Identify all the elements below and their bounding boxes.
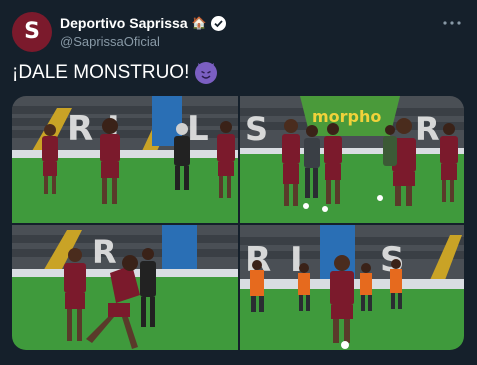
photo-1[interactable]: R I L (12, 96, 238, 223)
photo-4[interactable]: R I S (240, 225, 464, 350)
svg-text:morpho: morpho (312, 107, 381, 126)
tweet-text-content: ¡DALE MONSTRUO! (12, 62, 190, 83)
photo-2[interactable]: morpho S R (240, 96, 464, 223)
house-emoji-icon: 🏠 (191, 16, 207, 30)
tweet-header: Deportivo Saprissa 🏠 @SaprissaOficial (60, 13, 437, 49)
verified-badge-icon (210, 15, 226, 31)
display-name[interactable]: Deportivo Saprissa (60, 15, 188, 31)
handle[interactable]: @SaprissaOficial (60, 34, 437, 49)
more-icon[interactable] (441, 12, 463, 34)
smiling-devil-emoji-icon (195, 62, 218, 84)
svg-text:L: L (187, 109, 209, 149)
photo-grid: R I L morpho S R (12, 96, 464, 350)
name-row: Deportivo Saprissa 🏠 (60, 13, 437, 33)
avatar-logo-letter: S (24, 19, 40, 44)
avatar[interactable]: S (12, 12, 52, 52)
svg-text:R: R (92, 233, 117, 271)
tweet-text: ¡DALE MONSTRUO! (12, 62, 218, 84)
svg-text:R: R (415, 110, 440, 148)
svg-text:S: S (245, 110, 268, 148)
svg-text:R: R (67, 109, 93, 149)
photo-3[interactable]: R (12, 225, 238, 350)
